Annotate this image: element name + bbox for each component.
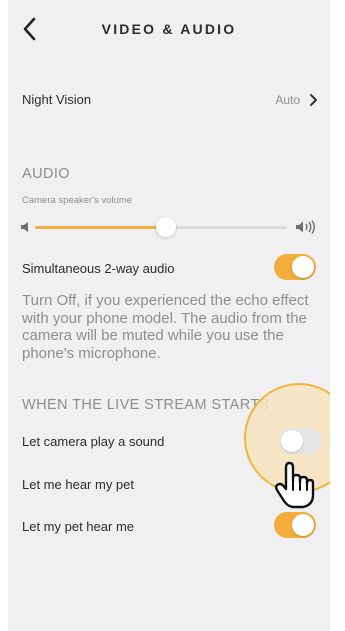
two-way-audio-label: Simultaneous 2-way audio xyxy=(22,261,175,276)
setting-label: Let camera play a sound xyxy=(22,434,165,449)
toggle-knob xyxy=(292,514,314,536)
chevron-right-icon xyxy=(310,94,317,106)
night-vision-value: Auto xyxy=(275,93,300,107)
audio-section-title: AUDIO xyxy=(22,166,70,182)
pet-hear-me-toggle[interactable] xyxy=(274,512,316,538)
volume-slider-thumb[interactable] xyxy=(156,217,177,237)
two-way-audio-row: Simultaneous 2-way audio xyxy=(8,254,330,282)
header: VIDEO & AUDIO xyxy=(8,0,330,58)
volume-slider-fill xyxy=(35,226,167,229)
volume-slider[interactable] xyxy=(35,217,287,237)
speaker-high-icon xyxy=(296,220,315,234)
two-way-audio-toggle[interactable] xyxy=(274,254,316,280)
night-vision-label: Night Vision xyxy=(22,92,92,107)
setting-label: Let me hear my pet xyxy=(22,477,134,492)
volume-label: Camera speaker's volume xyxy=(22,195,133,206)
list-item: Let camera play a sound xyxy=(8,427,330,455)
screen: VIDEO & AUDIO Night Vision Auto AUDIO Ca… xyxy=(8,0,330,631)
night-vision-row[interactable]: Night Vision Auto xyxy=(8,84,330,116)
toggle-knob xyxy=(292,256,314,278)
page-title: VIDEO & AUDIO xyxy=(101,21,237,37)
toggle-knob xyxy=(281,430,303,452)
live-stream-section-title: WHEN THE LIVE STREAM STARTS xyxy=(22,397,270,413)
list-item: Let my pet hear me xyxy=(8,512,330,540)
speaker-low-icon xyxy=(21,222,28,232)
echo-note: Turn Off, if you experienced the echo ef… xyxy=(22,292,309,362)
hand-pointer-icon xyxy=(275,461,315,509)
play-sound-toggle[interactable] xyxy=(279,428,321,454)
setting-label: Let my pet hear me xyxy=(22,519,134,534)
